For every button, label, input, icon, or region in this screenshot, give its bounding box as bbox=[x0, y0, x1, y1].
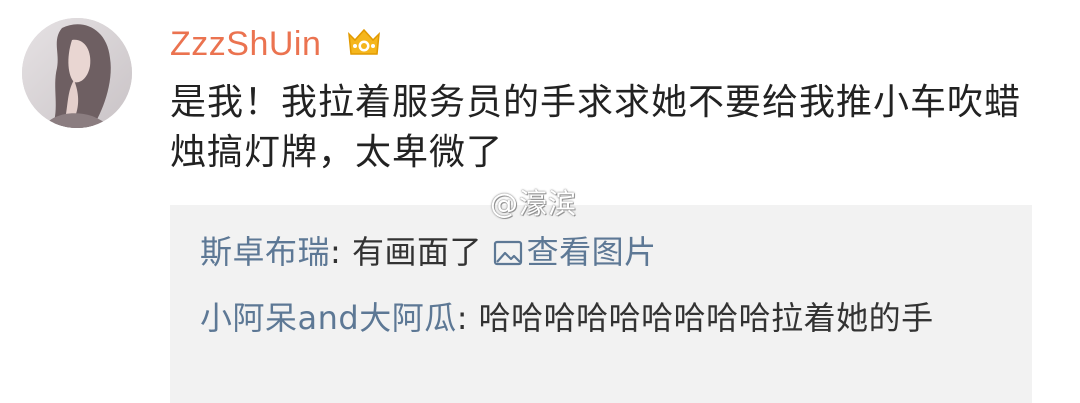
view-image-link[interactable]: 查看图片 bbox=[493, 233, 657, 271]
view-image-label: 查看图片 bbox=[526, 233, 657, 271]
username[interactable]: ZzzShUin bbox=[170, 22, 321, 66]
comments-panel: 斯卓布瑞: 有画面了 查看图片 小阿呆and大阿瓜: 哈哈哈哈哈哈哈哈哈拉着她的… bbox=[170, 205, 1032, 403]
comment-separator: : bbox=[456, 299, 479, 337]
comment-text: 哈哈哈哈哈哈哈哈哈拉着她的手 bbox=[478, 299, 934, 337]
weibo-post-card: ZzzShUin 是我！我拉着服务员的手求求她不要给我推小车吹蜡烛搞灯牌，太卑微… bbox=[0, 0, 1080, 403]
picture-icon bbox=[493, 240, 522, 266]
avatar-image bbox=[22, 18, 132, 128]
yellow-vip-crown-icon[interactable] bbox=[345, 26, 383, 60]
watermark: @濠滨 bbox=[490, 187, 578, 220]
comment-author[interactable]: 小阿呆and大阿瓜 bbox=[200, 299, 457, 337]
comment-item: 小阿呆and大阿瓜: 哈哈哈哈哈哈哈哈哈拉着她的手 bbox=[200, 293, 1000, 343]
comment-text: 有画面了 bbox=[351, 233, 493, 271]
comment-author[interactable]: 斯卓布瑞 bbox=[200, 233, 330, 271]
avatar[interactable] bbox=[22, 18, 132, 128]
comment-item: 斯卓布瑞: 有画面了 查看图片 bbox=[200, 227, 657, 277]
comment-separator: : bbox=[330, 233, 352, 271]
post-text: 是我！我拉着服务员的手求求她不要给我推小车吹蜡烛搞灯牌，太卑微了 bbox=[170, 82, 1022, 173]
